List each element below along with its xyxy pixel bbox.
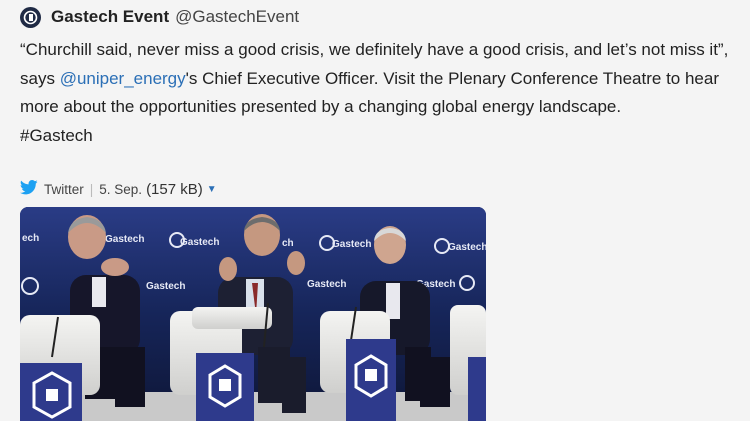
panel-photo-illustration: ech Gastech Gastech ch Gastech Gastech G… <box>20 207 486 421</box>
backdrop-label: Gastech <box>105 234 144 245</box>
hashtag-link[interactable]: #Gastech <box>20 126 93 145</box>
backdrop-label: Gastech <box>332 239 371 250</box>
backdrop-label: ech <box>22 233 39 244</box>
tweet-date: 5. Sep. <box>99 181 143 197</box>
backdrop-label: Gastech <box>307 279 346 290</box>
tweet-meta: Twitter | 5. Sep. (157 kB) ▼ <box>19 178 217 200</box>
tweet-text: “Churchill said, never miss a good crisi… <box>20 36 745 150</box>
backdrop-label: Gastech <box>448 242 486 253</box>
file-size: (157 kB) <box>146 180 203 198</box>
twitter-bird-icon <box>19 180 38 198</box>
caret-down-icon[interactable]: ▼ <box>207 184 217 195</box>
mention-link[interactable]: @uniper_energy <box>60 69 186 88</box>
backdrop-label: Gastech <box>180 237 219 248</box>
backdrop-label: Gastech <box>146 281 185 292</box>
meta-separator: | <box>89 181 94 197</box>
display-name[interactable]: Gastech Event <box>51 7 169 27</box>
gastech-logo-icon[interactable] <box>20 6 41 28</box>
tweet-card: Gastech Event @GastechEvent “Churchill s… <box>0 0 750 421</box>
source-label[interactable]: Twitter <box>44 182 84 197</box>
tweet-photo[interactable]: ech Gastech Gastech ch Gastech Gastech G… <box>20 207 486 421</box>
tweet-header: Gastech Event @GastechEvent <box>20 5 299 29</box>
user-handle[interactable]: @GastechEvent <box>175 7 299 27</box>
backdrop-label: ch <box>282 238 294 249</box>
